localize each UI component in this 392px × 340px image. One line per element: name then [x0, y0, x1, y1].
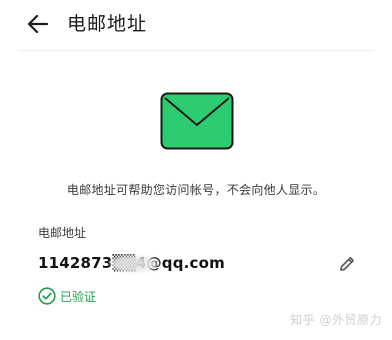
watermark-text: 知乎 @外贸原力	[290, 313, 382, 327]
email-redaction-blur	[109, 255, 159, 273]
verified-status: 已验证	[38, 286, 96, 306]
back-button[interactable]	[20, 8, 56, 40]
check-circle-icon	[38, 287, 56, 305]
email-field-label: 电邮地址	[38, 226, 87, 240]
edit-email-button[interactable]	[336, 253, 358, 275]
email-row: 1142873▒▒4@qq.com	[38, 253, 368, 277]
verified-label: 已验证	[60, 289, 97, 304]
back-arrow-icon	[28, 15, 48, 33]
mail-envelope-icon	[160, 92, 234, 150]
description-text: 电邮地址可帮助您访问帐号，不会向他人显示。	[66, 183, 326, 197]
email-address-page: 电邮地址 电邮地址可帮助您访问帐号，不会向他人显示。 电邮地址 1142873▒…	[0, 0, 392, 340]
top-bar: 电邮地址	[0, 0, 392, 50]
header-divider	[18, 50, 374, 51]
page-title: 电邮地址	[67, 13, 148, 35]
pencil-edit-icon	[340, 257, 354, 271]
